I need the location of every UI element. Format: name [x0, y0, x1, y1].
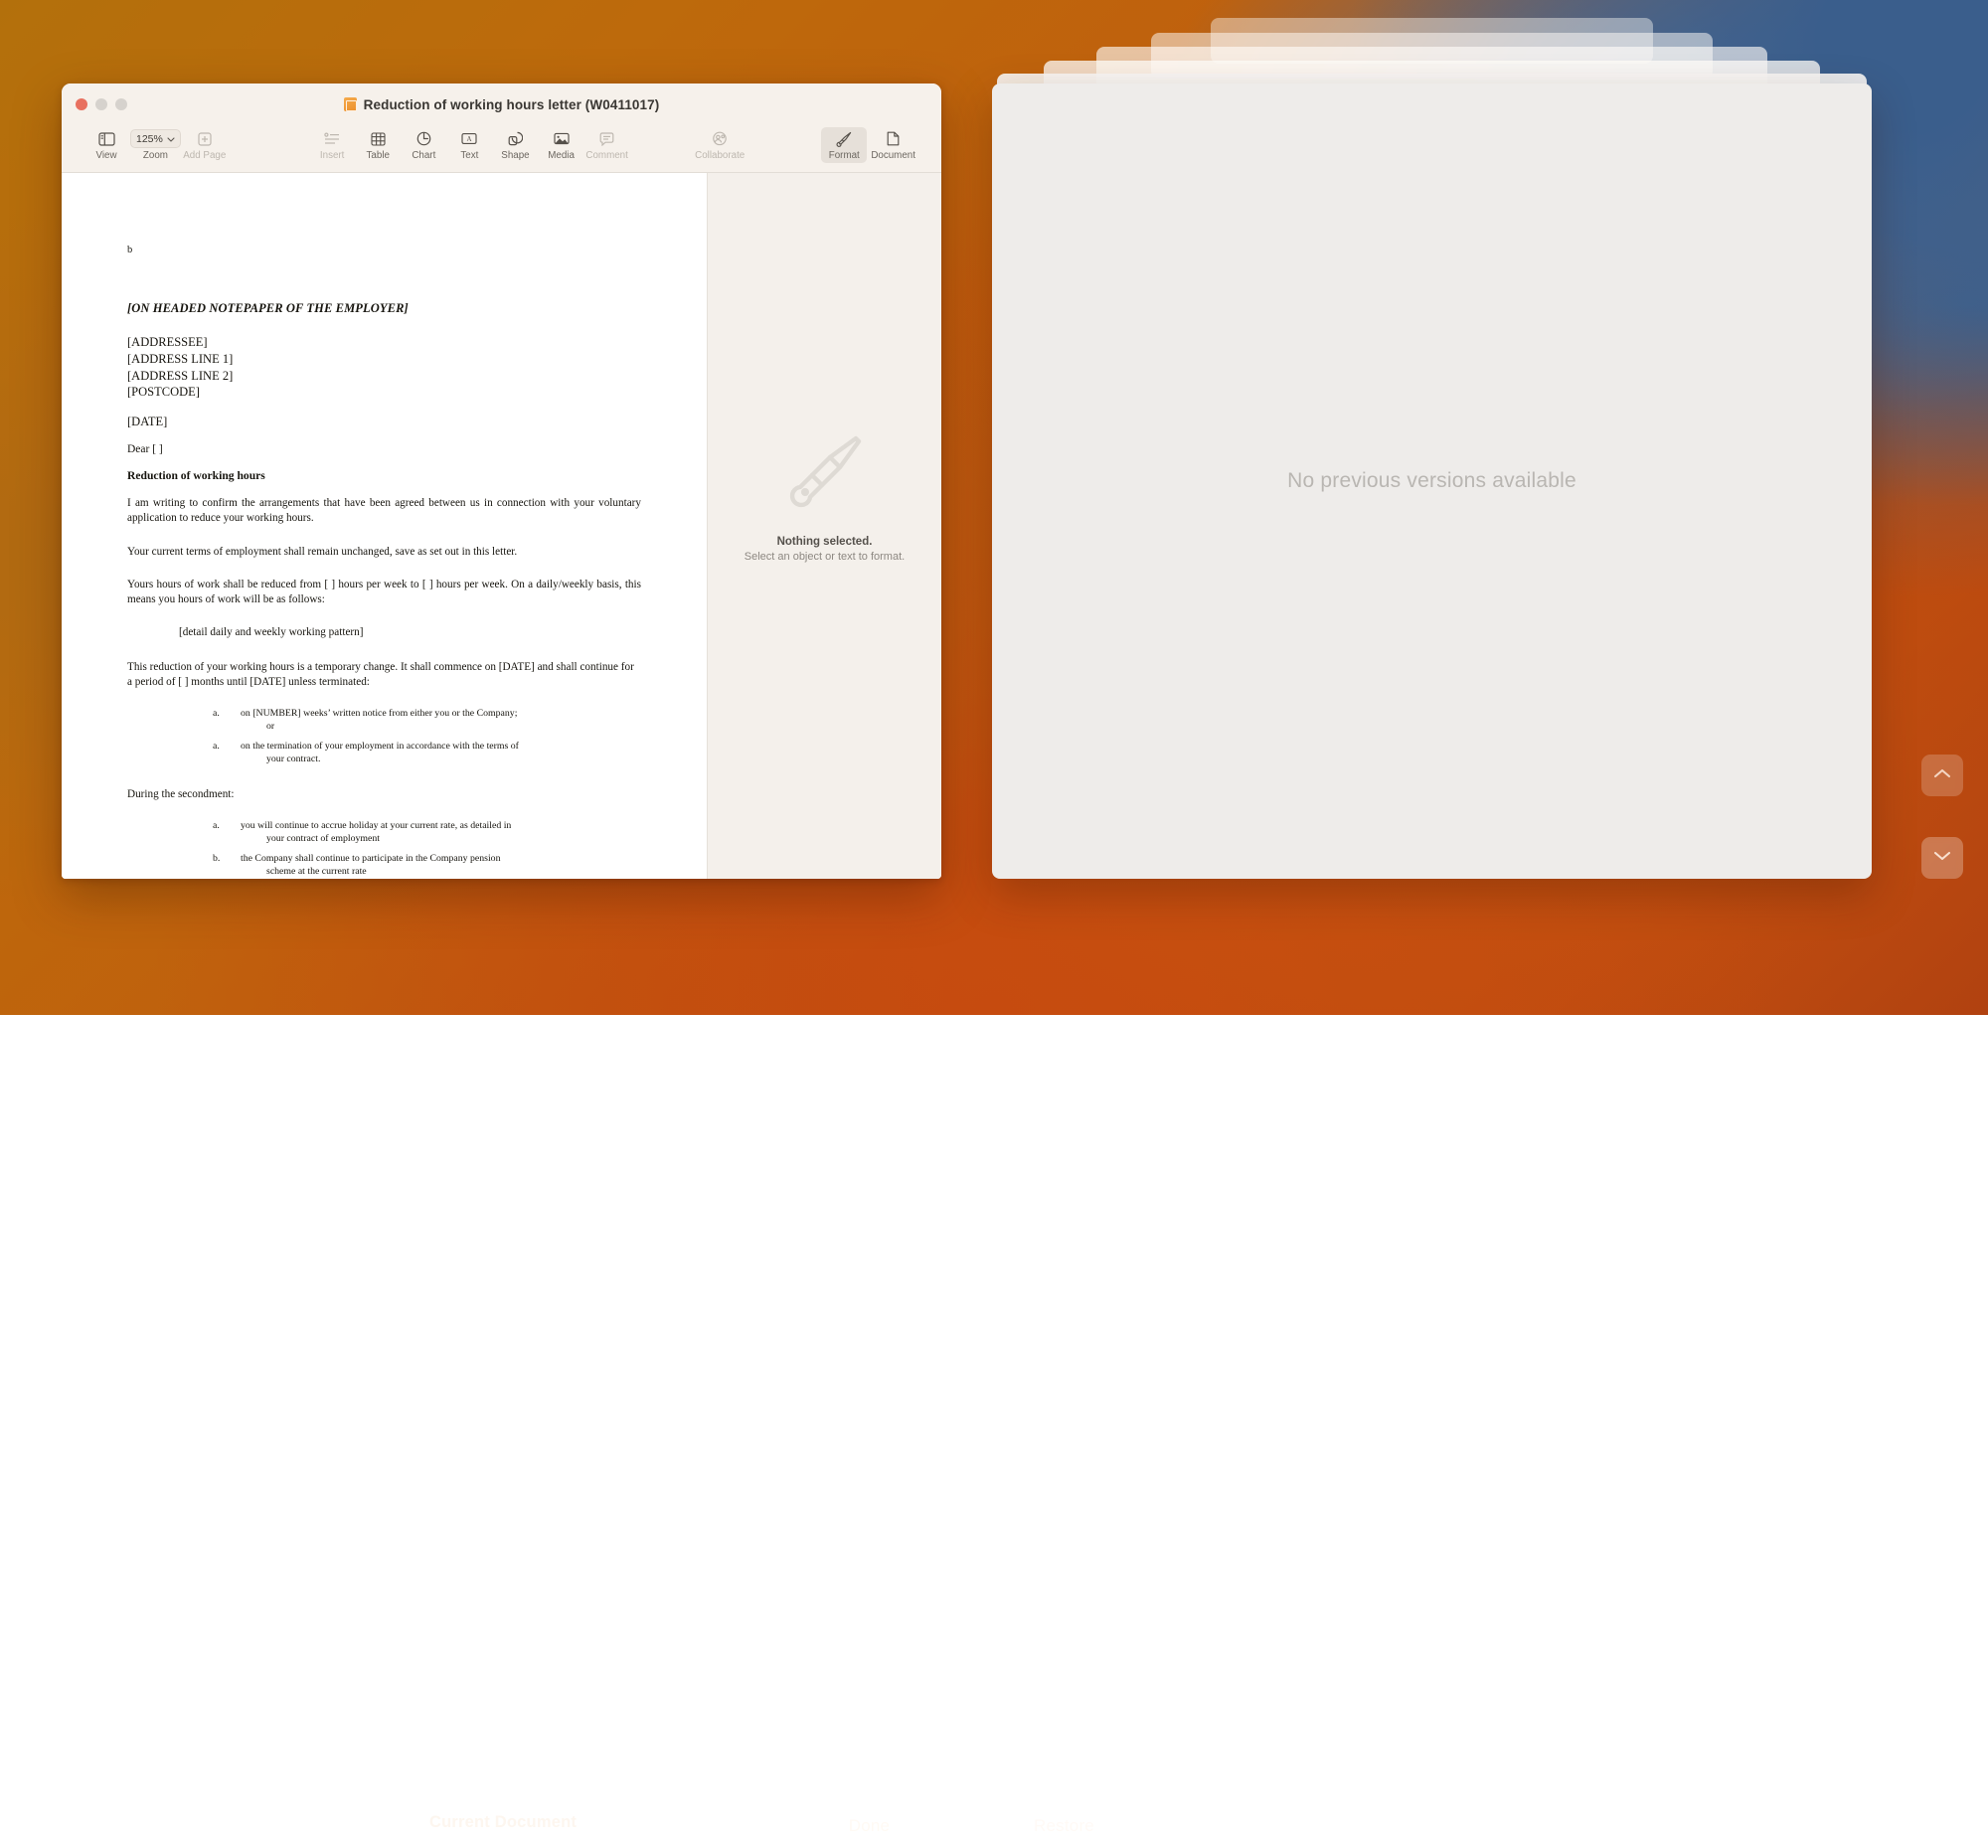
window-titlebar[interactable]: Reduction of working hours letter (W0411…	[62, 84, 941, 125]
maximize-button[interactable]	[115, 98, 127, 110]
doc-address-line: [ADDRESS LINE 2]	[127, 368, 641, 385]
restore-button[interactable]: Restore	[990, 1804, 1138, 1848]
doc-stray-char: b	[127, 245, 641, 255]
list-text: the Company shall continue to participat…	[241, 853, 641, 879]
window-body: b [ON HEADED NOTEPAPER OF THE EMPLOYER] …	[62, 173, 941, 879]
toolbar-label-table: Table	[367, 150, 390, 161]
list-item: b. the Company shall continue to partici…	[127, 853, 641, 879]
version-preview-panel[interactable]: No previous versions available	[992, 84, 1872, 879]
table-icon	[367, 129, 389, 148]
text-box-icon: A	[458, 129, 480, 148]
chevron-up-icon	[1932, 766, 1952, 784]
toolbar-item-collaborate: Collaborate	[694, 127, 746, 161]
zoom-select[interactable]: 125%	[130, 129, 181, 148]
toolbar-label-media: Media	[548, 150, 575, 161]
doc-date: [DATE]	[127, 415, 641, 429]
toolbar-label-shape: Shape	[501, 150, 529, 161]
doc-indent-line: [detail daily and weekly working pattern…	[127, 626, 641, 638]
document-page[interactable]: b [ON HEADED NOTEPAPER OF THE EMPLOYER] …	[62, 173, 707, 879]
document-canvas[interactable]: b [ON HEADED NOTEPAPER OF THE EMPLOYER] …	[62, 173, 708, 879]
pages-document-icon	[344, 97, 357, 111]
traffic-lights	[76, 98, 127, 110]
current-document-label: Current Document	[429, 1813, 577, 1832]
format-inspector-panel[interactable]: Nothing selected. Select an object or te…	[708, 173, 941, 879]
toolbar-label-document: Document	[871, 150, 915, 161]
window-title: Reduction of working hours letter (W0411…	[364, 97, 660, 112]
version-nav-down-button[interactable]	[1921, 837, 1963, 879]
close-button[interactable]	[76, 98, 87, 110]
chevron-down-icon	[1932, 849, 1952, 867]
toolbar-label-chart: Chart	[412, 150, 435, 161]
doc-heading: Reduction of working hours	[127, 469, 641, 482]
list-text: on the termination of your employment in…	[241, 741, 641, 766]
done-button[interactable]: Done	[795, 1804, 943, 1848]
list-text: you will continue to accrue holiday at y…	[241, 820, 641, 846]
toolbar-label-zoom: Zoom	[143, 150, 168, 161]
paintbrush-icon	[782, 429, 868, 520]
comment-icon	[596, 129, 618, 148]
toolbar-item-zoom[interactable]: 125% Zoom	[129, 127, 182, 161]
toolbar-item-add-page: Add Page	[182, 127, 228, 161]
toolbar-item-text[interactable]: A Text	[446, 127, 492, 161]
no-versions-message: No previous versions available	[1287, 469, 1576, 493]
svg-text:A: A	[467, 135, 472, 143]
toolbar-item-media[interactable]: Media	[539, 127, 584, 161]
collaborate-icon	[709, 129, 731, 148]
doc-paragraph: This reduction of your working hours is …	[127, 660, 641, 691]
toolbar-label-insert: Insert	[320, 150, 345, 161]
window-title-group: Reduction of working hours letter (W0411…	[62, 97, 941, 112]
toolbar-item-shape[interactable]: Shape	[492, 127, 538, 161]
doc-paragraph: Your current terms of employment shall r…	[127, 545, 641, 560]
sidebar-icon	[95, 129, 117, 148]
doc-paragraph: During the secondment:	[127, 787, 641, 802]
toolbar-label-view: View	[96, 150, 117, 161]
document-window[interactable]: Reduction of working hours letter (W0411…	[62, 84, 941, 879]
doc-salutation: Dear [ ]	[127, 443, 641, 455]
list-marker: a.	[127, 741, 241, 766]
minimize-button[interactable]	[95, 98, 107, 110]
media-icon	[551, 129, 573, 148]
doc-address-line: [ADDRESSEE]	[127, 334, 641, 351]
inspector-title: Nothing selected.	[777, 536, 873, 548]
toolbar-item-insert: Insert	[309, 127, 355, 161]
list-item: a. on [NUMBER] weeks’ written notice fro…	[127, 708, 641, 734]
toolbar-item-chart[interactable]: Chart	[401, 127, 446, 161]
toolbar[interactable]: View 125% Zoom Add Page	[62, 125, 941, 173]
insert-icon	[321, 129, 343, 148]
doc-address-line: [POSTCODE]	[127, 384, 641, 401]
version-nav-up-button[interactable]	[1921, 755, 1963, 796]
doc-paragraph: I am writing to confirm the arrangements…	[127, 496, 641, 527]
doc-headed-notepaper: [ON HEADED NOTEPAPER OF THE EMPLOYER]	[127, 301, 641, 316]
doc-list-secondment: a. you will continue to accrue holiday a…	[127, 820, 641, 879]
toolbar-item-comment: Comment	[584, 127, 630, 161]
toolbar-item-view[interactable]: View	[83, 127, 129, 161]
toolbar-label-collaborate: Collaborate	[695, 150, 745, 161]
list-marker: b.	[127, 853, 241, 879]
chevron-down-icon	[167, 133, 175, 145]
list-marker: a.	[127, 708, 241, 734]
paintbrush-icon	[833, 129, 855, 148]
toolbar-label-format: Format	[829, 150, 860, 161]
doc-address-line: [ADDRESS LINE 1]	[127, 351, 641, 368]
shape-icon	[504, 129, 526, 148]
toolbar-label-comment: Comment	[585, 150, 627, 161]
document-icon	[883, 129, 905, 148]
list-marker: a.	[127, 820, 241, 846]
list-text: on [NUMBER] weeks’ written notice from e…	[241, 708, 641, 734]
chart-icon	[413, 129, 434, 148]
toolbar-item-table[interactable]: Table	[355, 127, 401, 161]
add-page-icon	[194, 129, 216, 148]
list-item: a. on the termination of your employment…	[127, 741, 641, 766]
toolbar-item-document[interactable]: Document	[867, 127, 919, 161]
list-item: a. you will continue to accrue holiday a…	[127, 820, 641, 846]
doc-paragraph: Yours hours of work shall be reduced fro…	[127, 578, 641, 608]
toolbar-label-text: Text	[460, 150, 478, 161]
inspector-subtitle: Select an object or text to format.	[745, 551, 905, 563]
toolbar-label-add-page: Add Page	[183, 150, 226, 161]
doc-list-termination: a. on [NUMBER] weeks’ written notice fro…	[127, 708, 641, 766]
toolbar-item-format[interactable]: Format	[821, 127, 867, 163]
zoom-value: 125%	[136, 133, 163, 145]
version-browser-bottom-bar: Current Document Done Restore	[0, 894, 1988, 1015]
